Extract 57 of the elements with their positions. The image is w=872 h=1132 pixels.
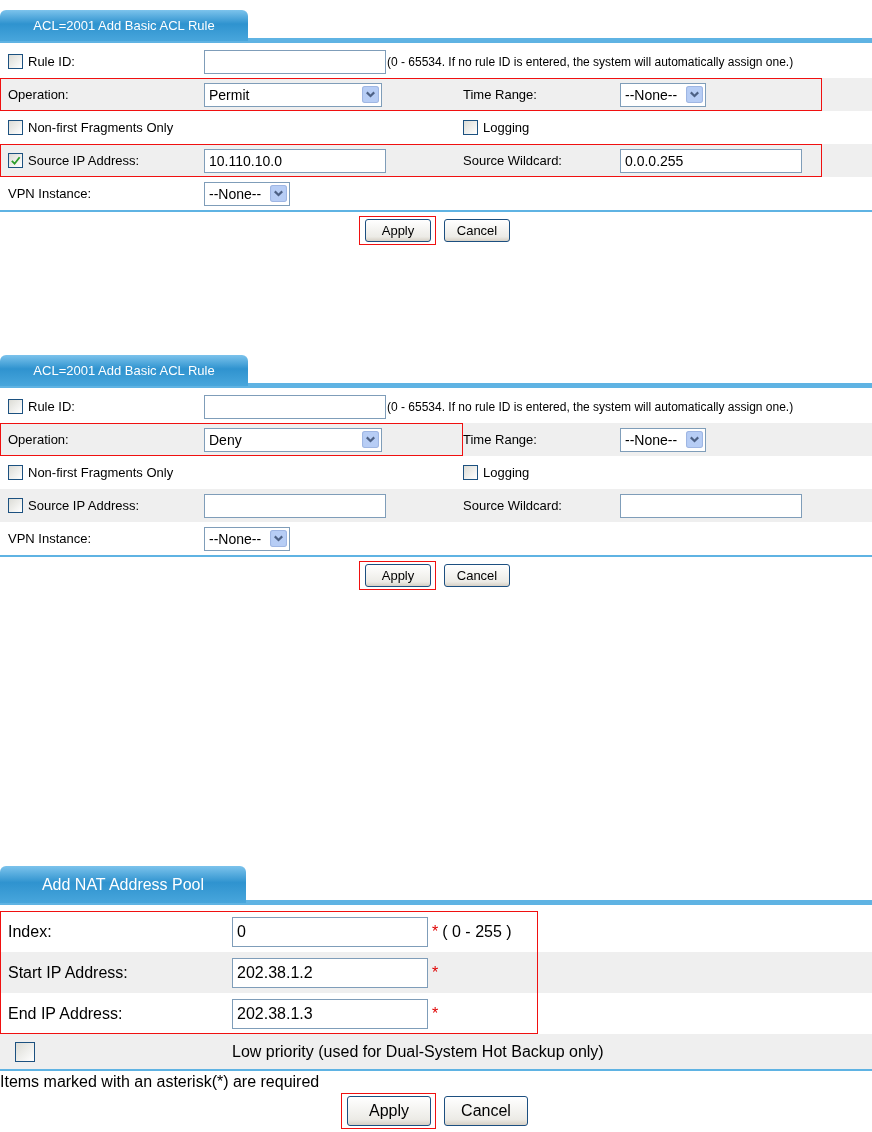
input-field[interactable]: 10.110.10.0 (204, 148, 386, 173)
field-label: End IP Address: (8, 1004, 123, 1023)
field-label: Non-first Fragments Only (28, 465, 174, 480)
field-label: Logging (483, 120, 530, 135)
field-label: Source Wildcard: (463, 498, 562, 513)
field-label: Operation: (8, 432, 69, 447)
dropdown[interactable]: --None-- (204, 181, 290, 206)
dropdown[interactable]: Deny (204, 427, 382, 452)
input-field[interactable]: 0.0.0.255 (620, 148, 802, 173)
dropdown[interactable]: --None-- (620, 427, 706, 452)
range-hint: (0 - 65534. If no rule ID is entered, the system will automatically assign one.) (387, 54, 794, 69)
input-field[interactable]: 0 (232, 916, 428, 947)
input-field[interactable] (204, 394, 386, 419)
input-field[interactable]: 202.38.1.3 (232, 998, 428, 1029)
cancel-button[interactable]: Cancel (444, 564, 510, 587)
checkbox[interactable] (463, 120, 478, 135)
input-field[interactable] (204, 49, 386, 74)
apply-button[interactable]: Apply (365, 564, 431, 587)
checkbox[interactable] (8, 465, 23, 480)
field-label: Logging (483, 465, 530, 480)
field-label: VPN Instance: (8, 531, 92, 546)
required-mark: * (432, 1004, 439, 1023)
field-label: Start IP Address: (8, 963, 128, 982)
input-field[interactable] (620, 493, 802, 518)
cancel-button[interactable]: Cancel (444, 219, 510, 242)
input-field[interactable] (204, 493, 386, 518)
field-label: Rule ID: (28, 54, 75, 69)
field-label: Source IP Address: (28, 153, 140, 168)
field-label: Time Range: (463, 87, 537, 102)
field-label: VPN Instance: (8, 186, 92, 201)
dropdown[interactable]: --None-- (204, 526, 290, 551)
field-label: Index: (8, 922, 52, 941)
field-label: Low priority (used for Dual-System Hot Backup only) (232, 1042, 604, 1061)
dropdown[interactable]: --None-- (620, 82, 706, 107)
checkbox[interactable] (463, 465, 478, 480)
apply-button[interactable]: Apply (365, 219, 431, 242)
checkbox[interactable] (8, 153, 23, 168)
field-label: Source IP Address: (28, 498, 140, 513)
input-field[interactable]: 202.38.1.2 (232, 957, 428, 988)
field-label: Time Range: (463, 432, 537, 447)
checkbox[interactable] (8, 54, 23, 69)
required-mark: * (432, 922, 439, 941)
required-mark: * (432, 963, 439, 982)
checkbox[interactable] (8, 498, 23, 513)
cancel-button[interactable]: Cancel (444, 1096, 528, 1126)
checkbox[interactable] (8, 399, 23, 414)
range-hint: ( 0 - 255 ) (442, 922, 512, 941)
checkbox[interactable] (15, 1041, 35, 1062)
field-label: Rule ID: (28, 399, 75, 414)
required-note: Items marked with an asterisk(*) are required (0, 1073, 321, 1091)
checkbox[interactable] (8, 120, 23, 135)
field-label: Operation: (8, 87, 69, 102)
range-hint: (0 - 65534. If no rule ID is entered, the system will automatically assign one.) (387, 399, 794, 414)
apply-button[interactable]: Apply (347, 1096, 431, 1126)
field-label: Non-first Fragments Only (28, 120, 174, 135)
dropdown[interactable]: Permit (204, 82, 382, 107)
field-label: Source Wildcard: (463, 153, 562, 168)
